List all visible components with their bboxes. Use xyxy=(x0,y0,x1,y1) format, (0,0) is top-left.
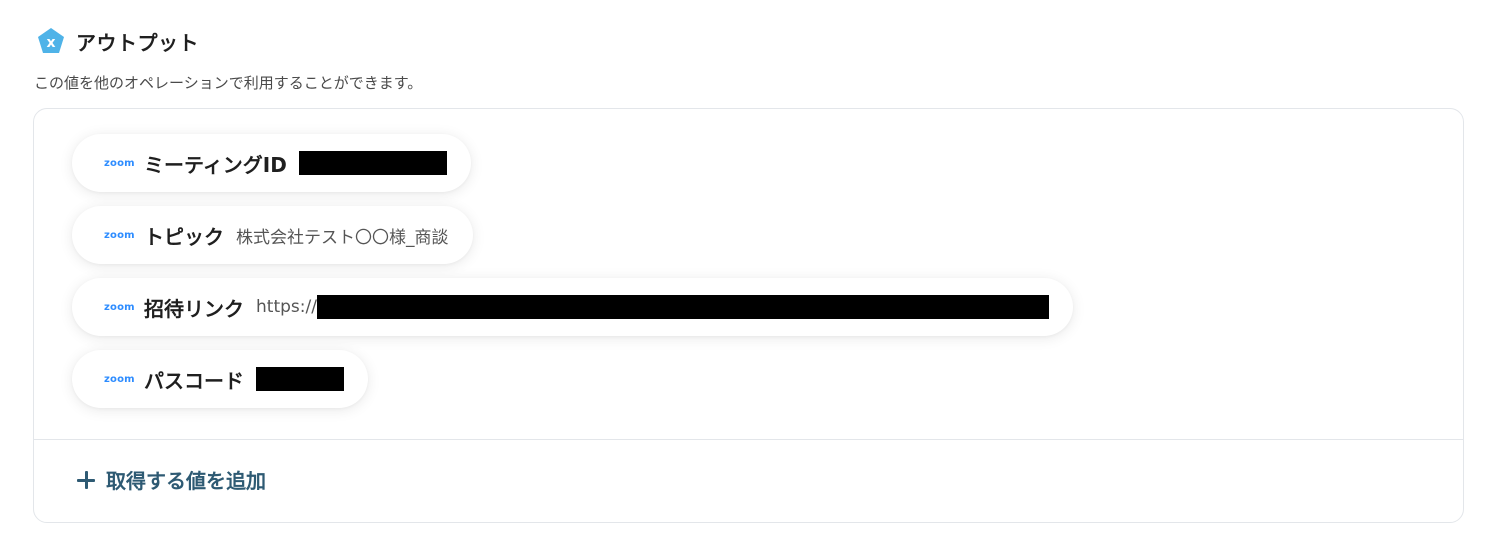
section-description: この値を他のオペレーションで利用することができます。 xyxy=(34,74,423,92)
section-header: x アウトプット xyxy=(36,26,199,56)
output-item-meeting-id[interactable]: zoom ミーティングID xyxy=(72,134,471,192)
add-output-button[interactable]: 取得する値を追加 xyxy=(76,465,266,494)
output-label: トピック xyxy=(144,224,224,249)
section-title: アウトプット xyxy=(76,30,199,55)
zoom-logo-icon: zoom xyxy=(104,301,135,313)
output-item-topic[interactable]: zoom トピック 株式会社テスト〇〇様_商談 xyxy=(72,206,473,264)
svg-text:x: x xyxy=(46,35,55,51)
output-label: 招待リンク xyxy=(144,296,244,321)
zoom-logo-icon: zoom xyxy=(104,373,135,385)
output-label: パスコード xyxy=(144,368,244,393)
redacted-value xyxy=(316,295,1049,319)
variable-icon: x xyxy=(38,28,64,53)
output-label: ミーティングID xyxy=(144,152,287,177)
output-value: 株式会社テスト〇〇様_商談 xyxy=(236,227,449,248)
zoom-logo-icon: zoom xyxy=(104,157,135,169)
add-output-label: 取得する値を追加 xyxy=(106,469,266,493)
output-item-invite-link[interactable]: zoom 招待リンク https:// xyxy=(72,278,1073,336)
plus-icon xyxy=(76,470,96,490)
redacted-value xyxy=(298,151,447,175)
output-panel: zoom ミーティングID zoom トピック 株式会社テスト〇〇様_商談 zo… xyxy=(33,108,1464,523)
zoom-logo-icon: zoom xyxy=(104,229,135,241)
output-value: https:// xyxy=(256,297,317,317)
redacted-value xyxy=(256,367,344,391)
divider xyxy=(34,439,1463,440)
output-item-passcode[interactable]: zoom パスコード xyxy=(72,350,368,408)
